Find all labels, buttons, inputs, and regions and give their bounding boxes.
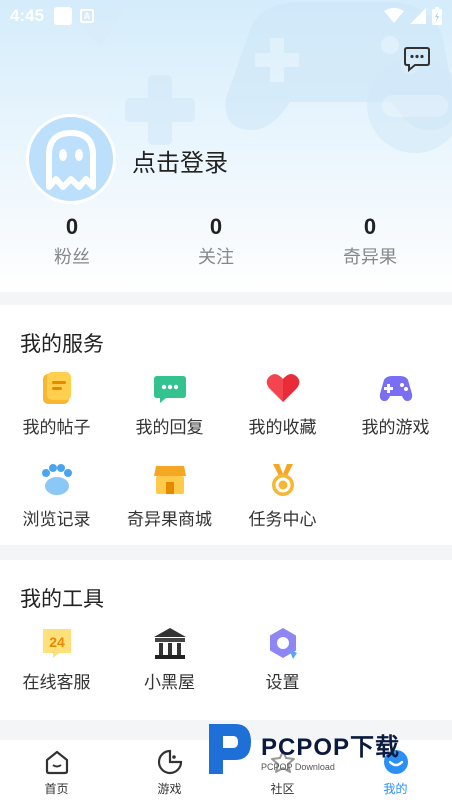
tool-label: 在线客服 <box>22 673 91 692</box>
tab-label: 游戏 <box>157 782 182 796</box>
tool-label: 设置 <box>265 673 300 692</box>
service-label: 奇异果商城 <box>127 510 212 529</box>
decor-plus-icon <box>125 75 195 145</box>
notification-icon <box>54 7 73 25</box>
tool-label: 小黑屋 <box>144 673 195 692</box>
heart-icon <box>264 369 302 407</box>
chat-bubble-icon <box>404 47 430 73</box>
service-task-center[interactable]: 任务中心 <box>226 461 339 541</box>
game-icon <box>154 746 186 778</box>
services-section: 我的服务 我的帖子 我的回复 我的收藏 我的游戏 浏览记录 奇异果商城 任务中心 <box>0 305 452 545</box>
service-kiwi-shop[interactable]: 奇异果商城 <box>113 461 226 541</box>
signal-icon <box>410 8 426 24</box>
post-icon <box>38 369 76 407</box>
status-time: 4:45 <box>10 6 45 25</box>
stat-following[interactable]: 0 关注 <box>156 210 276 270</box>
service-my-favorites[interactable]: 我的收藏 <box>226 369 339 449</box>
wifi-icon <box>384 8 404 23</box>
section-title: 我的服务 <box>20 333 104 356</box>
service-label: 浏览记录 <box>22 510 91 529</box>
gamepad-icon <box>377 369 415 407</box>
avatar[interactable] <box>26 114 116 204</box>
home-icon <box>41 746 73 778</box>
battery-icon <box>432 7 442 25</box>
tab-label: 我的 <box>383 782 408 796</box>
stat-label: 奇异果 <box>343 247 397 267</box>
watermark-logo-icon <box>209 724 251 774</box>
watermark-subtitle: PCPOP Download <box>261 761 335 772</box>
service-browse-history[interactable]: 浏览记录 <box>0 461 113 541</box>
stat-followers[interactable]: 0 粉丝 <box>12 210 132 270</box>
stat-label: 粉丝 <box>54 247 90 267</box>
tab-label: 首页 <box>44 782 69 796</box>
support-badge-text: 24 <box>49 634 65 650</box>
stat-value: 0 <box>209 214 223 239</box>
service-my-games[interactable]: 我的游戏 <box>339 369 452 449</box>
service-label: 我的回复 <box>135 418 204 437</box>
profile-stats: 0 粉丝 0 关注 0 奇异果 <box>0 210 452 280</box>
tools-section: 我的工具 24 在线客服 小黑屋 设置 <box>0 560 452 720</box>
service-label: 我的游戏 <box>361 418 430 437</box>
service-label: 任务中心 <box>248 510 317 529</box>
shop-icon <box>151 461 189 499</box>
stat-kiwi[interactable]: 0 奇异果 <box>310 210 430 270</box>
notification-letter-icon: A <box>80 9 95 23</box>
watermark: PCPOP下载 PCPOP Download <box>205 718 445 780</box>
stat-value: 0 <box>65 214 79 239</box>
tab-home[interactable]: 首页 <box>0 746 113 797</box>
tool-settings[interactable]: 设置 <box>226 624 339 704</box>
ghost-avatar-icon <box>46 130 96 190</box>
service-my-replies[interactable]: 我的回复 <box>113 369 226 449</box>
stat-label: 关注 <box>198 247 234 267</box>
support-24-icon: 24 <box>38 624 76 662</box>
settings-icon <box>264 624 302 662</box>
service-my-posts[interactable]: 我的帖子 <box>0 369 113 449</box>
login-link[interactable]: 点击登录 <box>132 143 228 178</box>
stat-value: 0 <box>363 214 377 239</box>
medal-icon <box>264 461 302 499</box>
section-title: 我的工具 <box>20 588 104 611</box>
watermark-title: PCPOP下载 <box>261 733 401 761</box>
service-label: 我的帖子 <box>22 418 91 437</box>
paw-icon <box>38 461 76 499</box>
tool-online-support[interactable]: 24 在线客服 <box>0 624 113 704</box>
jail-icon <box>151 624 189 662</box>
status-bar: 4:45 A <box>0 0 452 32</box>
reply-icon <box>151 369 189 407</box>
message-button[interactable] <box>402 44 432 74</box>
service-label: 我的收藏 <box>248 418 317 437</box>
tool-blackroom[interactable]: 小黑屋 <box>113 624 226 704</box>
tab-label: 社区 <box>270 782 295 796</box>
